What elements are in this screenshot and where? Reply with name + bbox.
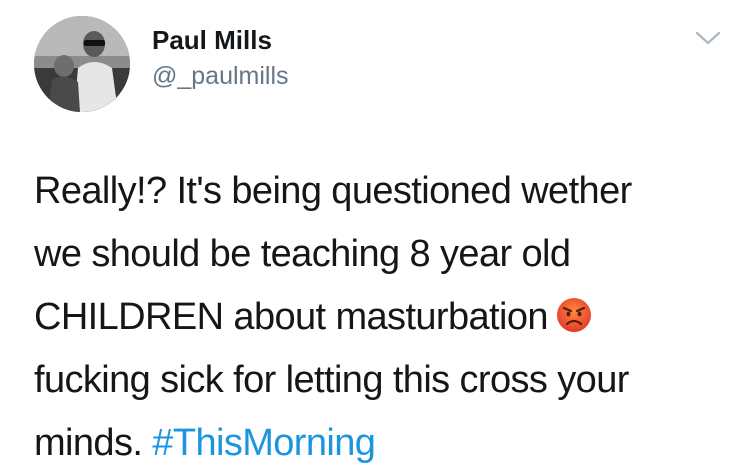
tweet-card: Paul Mills @_paulmills Really!? It's bei… — [0, 0, 750, 467]
angry-face-emoji-icon — [556, 297, 592, 333]
tweet-text-segment: CHILDREN about masturbation — [34, 296, 549, 338]
chevron-down-icon[interactable] — [694, 28, 722, 48]
tweet-text-segment: minds. — [34, 422, 143, 464]
tweet-text-line: Really!? It's being questioned wether — [34, 170, 632, 212]
display-name[interactable]: Paul Mills — [152, 24, 272, 56]
tweet-text-line: minds. #ThisMorning — [34, 412, 734, 475]
tweet-text-line: CHILDREN about masturbation — [34, 286, 734, 349]
tweet-text-line: fucking sick for letting this cross your — [34, 359, 629, 401]
hashtag-link[interactable]: #ThisMorning — [152, 422, 376, 464]
user-handle[interactable]: @_paulmills — [152, 60, 289, 92]
avatar[interactable] — [34, 16, 130, 112]
tweet-text-line: we should be teaching 8 year old — [34, 233, 571, 275]
avatar-photo-icon — [34, 16, 130, 112]
tweet-text: Really!? It's being questioned wether we… — [34, 160, 734, 475]
